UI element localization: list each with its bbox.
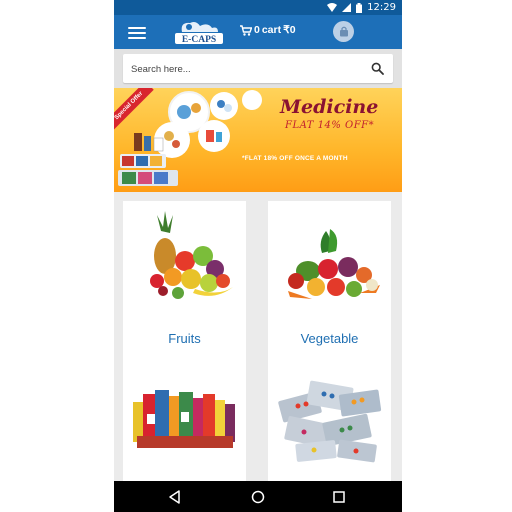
vegetable-image <box>288 229 380 299</box>
shopping-bag-button[interactable] <box>333 21 354 42</box>
cart-count: 0 <box>254 24 260 36</box>
shopping-bag-icon <box>339 26 348 37</box>
fruits-image <box>150 211 233 299</box>
cart-summary[interactable]: 0 cart ₹0 <box>240 24 296 36</box>
banner-title: Medicine <box>280 96 379 118</box>
category-tile-vegetable[interactable]: Vegetable <box>268 201 391 361</box>
wifi-icon <box>327 3 337 12</box>
cart-total: ₹0 <box>283 24 296 36</box>
search-box <box>123 54 393 83</box>
status-time: 12:29 <box>367 2 396 13</box>
home-icon[interactable] <box>250 489 266 505</box>
status-bar: 12:29 <box>114 0 402 15</box>
category-label: Vegetable <box>300 331 359 346</box>
search-input[interactable] <box>131 61 351 77</box>
category-tile-fruits[interactable]: Fruits <box>123 201 246 361</box>
hamburger-menu-icon[interactable] <box>128 24 146 40</box>
battery-icon <box>356 2 362 13</box>
category-tile-medicine[interactable] <box>268 354 391 482</box>
medicine-tablets-image <box>278 380 382 463</box>
cart-icon <box>240 24 252 36</box>
banner-offer: FLAT 14% OFF* <box>285 120 375 131</box>
search-bar <box>114 49 402 88</box>
back-icon[interactable] <box>167 489 183 505</box>
app-logo[interactable]: E-CAPS <box>172 18 226 46</box>
logo-text: E-CAPS <box>182 35 216 45</box>
status-icons <box>327 2 362 13</box>
signal-icon <box>342 3 351 12</box>
app-header: E-CAPS 0 cart ₹0 <box>114 15 402 49</box>
search-icon[interactable] <box>371 62 384 75</box>
category-label: Fruits <box>168 331 201 346</box>
recent-apps-icon[interactable] <box>331 489 347 505</box>
category-tile-grocery[interactable] <box>123 354 246 482</box>
cart-label: cart <box>261 24 282 36</box>
android-nav-bar <box>114 481 402 512</box>
medicine-offer-banner[interactable]: Special Offer Medicine FLAT 14% OFF* *FL… <box>114 88 402 192</box>
banner-subtext: *FLAT 18% OFF ONCE A MONTH <box>242 155 348 162</box>
app-screen: 12:29 E-CAPS 0 cart ₹0 Search here... Sp… <box>114 0 402 512</box>
category-grid: Fruits Vegetable <box>114 192 402 482</box>
grocery-image <box>133 390 235 448</box>
